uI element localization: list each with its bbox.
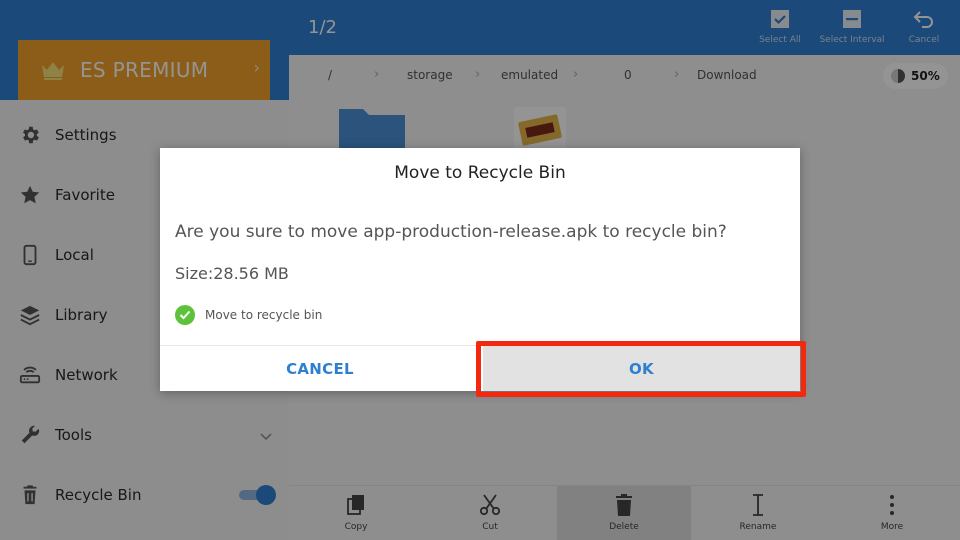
checkmark-icon: [175, 305, 195, 325]
dialog-file-size: Size:28.56 MB: [175, 264, 289, 283]
ok-button-highlight: [476, 341, 806, 397]
dialog-title: Move to Recycle Bin: [394, 163, 566, 183]
dialog-message: Are you sure to move app-production-rele…: [175, 222, 727, 242]
checkbox-label: Move to recycle bin: [205, 308, 323, 322]
move-to-recycle-bin-checkbox[interactable]: Move to recycle bin: [175, 305, 322, 325]
cancel-button[interactable]: CANCEL: [160, 346, 480, 391]
